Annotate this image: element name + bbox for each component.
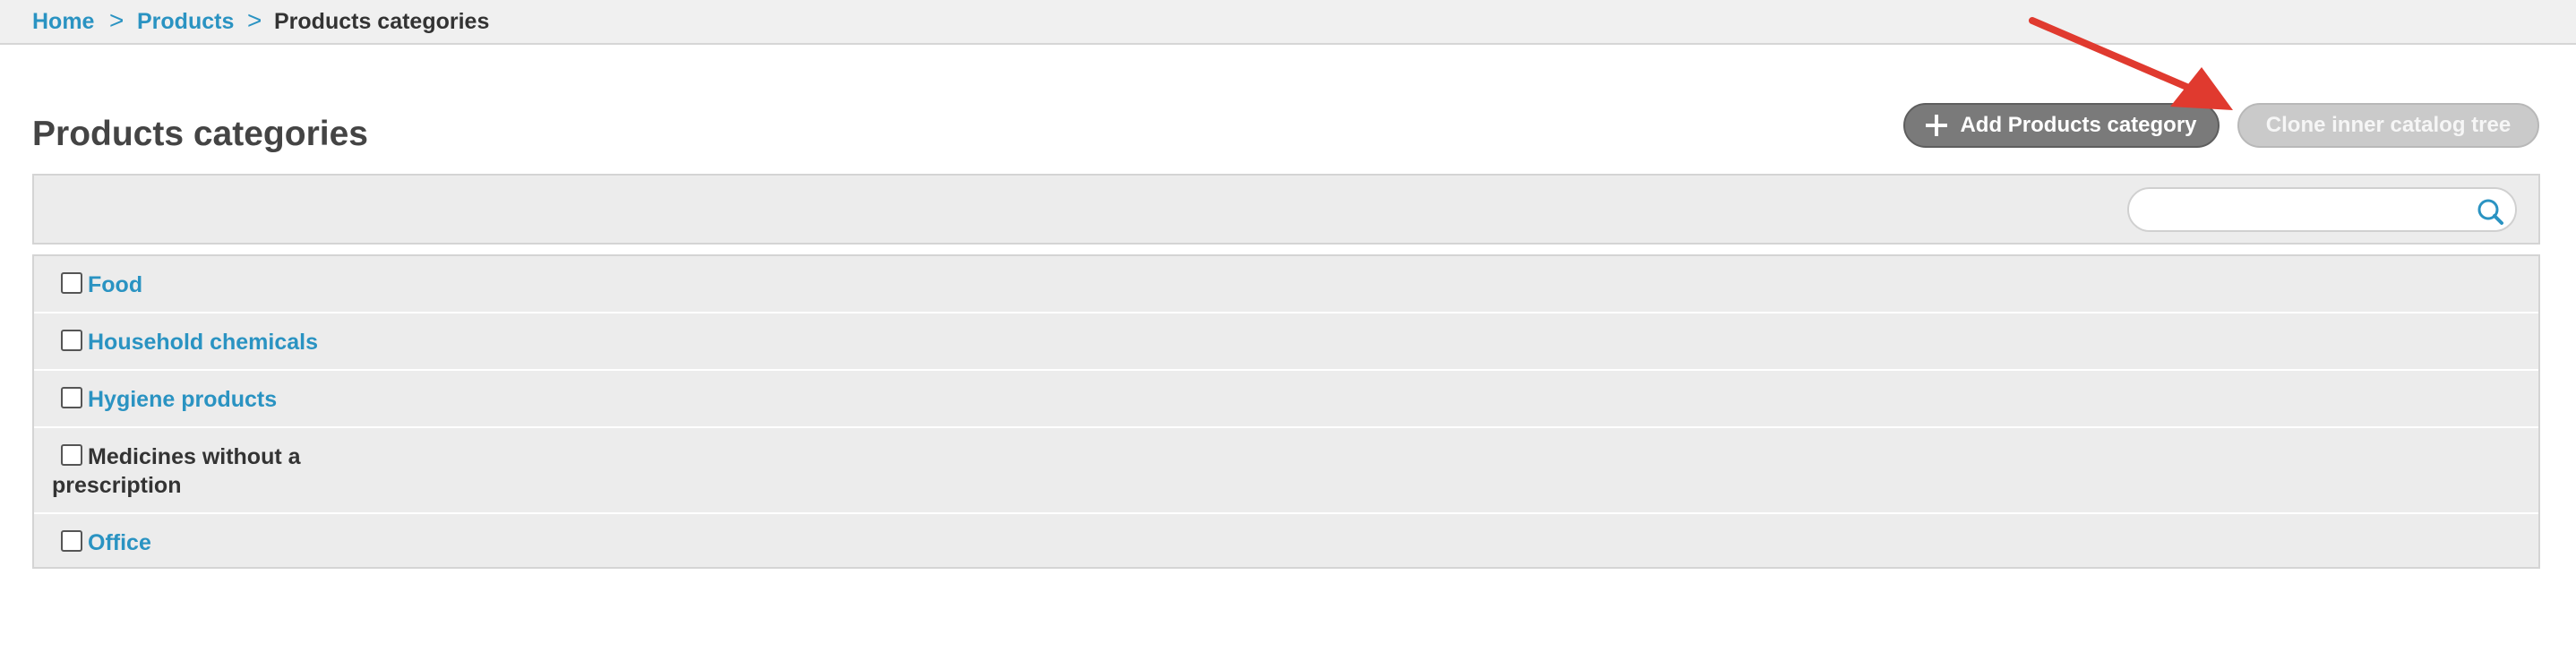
list-item: Hygiene products [34, 371, 2538, 428]
breadcrumb-separator-icon: > [109, 6, 125, 34]
breadcrumb-current: Products categories [274, 9, 490, 34]
list-item: Food [34, 256, 2538, 313]
row-checkbox[interactable] [61, 530, 82, 552]
list-item: Office [34, 514, 2538, 569]
page-title: Products categories [32, 115, 368, 153]
search-input[interactable] [2147, 196, 2473, 225]
category-label-medicines: Medicines without a [88, 444, 301, 469]
clone-inner-catalog-tree-button[interactable]: Clone inner catalog tree [2237, 103, 2539, 148]
annotation-arrow-icon [2029, 17, 2233, 110]
list-item: Medicines without a prescription [34, 428, 2538, 514]
category-link-office[interactable]: Office [88, 528, 151, 557]
category-link-household-chemicals[interactable]: Household chemicals [88, 328, 318, 356]
row-checkbox[interactable] [61, 272, 82, 294]
category-list: Food Household chemicals Hygiene product… [32, 254, 2540, 569]
row-checkbox[interactable] [61, 387, 82, 408]
breadcrumb-home-link[interactable]: Home [32, 8, 94, 35]
row-checkbox[interactable] [61, 330, 82, 351]
category-label-medicines-line2: prescription [52, 473, 182, 498]
breadcrumb-separator-icon: > [247, 6, 262, 34]
clone-inner-catalog-tree-label: Clone inner catalog tree [2265, 113, 2512, 137]
category-link-hygiene-products[interactable]: Hygiene products [88, 385, 277, 414]
search-icon[interactable] [2476, 197, 2504, 226]
list-item: Household chemicals [34, 313, 2538, 371]
row-checkbox[interactable] [61, 444, 82, 466]
breadcrumb-products-link[interactable]: Products [137, 8, 234, 35]
category-link-food[interactable]: Food [88, 270, 142, 299]
plus-icon [1926, 115, 1948, 136]
search-box[interactable] [2127, 187, 2517, 232]
